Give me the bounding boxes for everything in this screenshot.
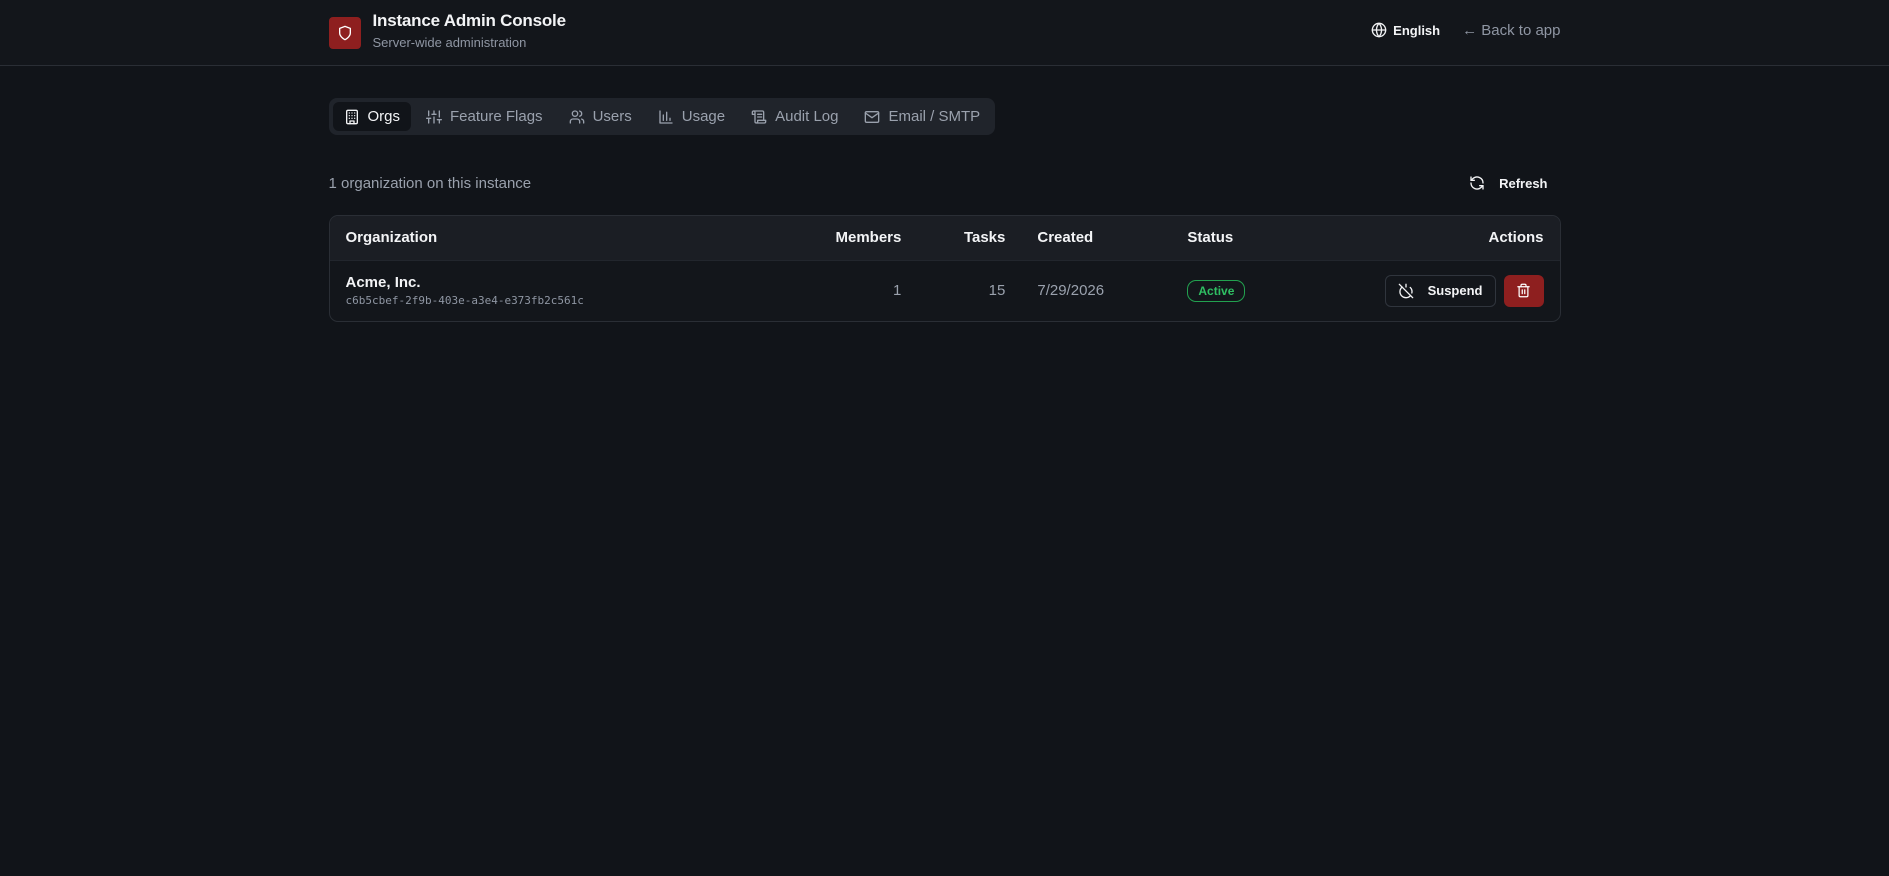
column-header-organization: Organization xyxy=(345,229,438,247)
back-to-app-link[interactable]: ← Back to app xyxy=(1462,22,1560,39)
table-row: Acme, Inc. c6b5cbef-2f9b-403e-a3e4-e373f… xyxy=(329,260,1560,321)
members-cell: 1 xyxy=(893,282,902,300)
users-icon xyxy=(569,109,585,125)
scroll-icon xyxy=(751,109,767,125)
tab-label: Audit Log xyxy=(775,108,839,125)
created-cell: 7/29/2026 xyxy=(1037,282,1105,300)
tab-label: Email / SMTP xyxy=(888,108,981,125)
brand: Instance Admin Console Server-wide admin… xyxy=(328,11,566,50)
tab-audit-log[interactable]: Audit Log xyxy=(740,102,849,131)
tab-label: Usage xyxy=(681,108,726,125)
org-name: Acme, Inc. xyxy=(345,274,421,292)
app-subtitle: Server-wide administration xyxy=(372,35,527,50)
column-header-actions: Actions xyxy=(1488,229,1544,247)
tab-feature-flags[interactable]: Feature Flags xyxy=(415,102,554,131)
suspend-button[interactable]: Suspend xyxy=(1384,274,1496,307)
sliders-icon xyxy=(426,109,443,125)
column-header-created: Created xyxy=(1037,229,1094,247)
language-label: English xyxy=(1393,22,1441,38)
refresh-button[interactable]: Refresh xyxy=(1456,175,1560,191)
org-id: c6b5cbef-2f9b-403e-a3e4-e373fb2c561c xyxy=(345,294,584,308)
power-off-icon xyxy=(1398,283,1414,299)
summary-row: 1 organization on this instance Refresh xyxy=(329,173,1561,193)
admin-tabs: Orgs Feature Flags Users Usage Audit Log xyxy=(328,98,996,135)
column-header-tasks: Tasks xyxy=(963,229,1006,247)
tasks-cell: 15 xyxy=(988,282,1006,300)
mail-icon xyxy=(864,109,880,125)
tab-usage[interactable]: Usage xyxy=(647,102,736,131)
status-cell: Active xyxy=(1171,260,1351,321)
tab-users[interactable]: Users xyxy=(558,102,643,131)
orgs-table: Organization Members Tasks Created Statu… xyxy=(329,216,1560,321)
app-title: Instance Admin Console xyxy=(372,11,567,30)
tab-label: Feature Flags xyxy=(450,108,543,125)
refresh-icon xyxy=(1469,175,1485,191)
status-badge: Active xyxy=(1187,279,1246,302)
building-icon xyxy=(344,109,360,125)
globe-icon xyxy=(1371,22,1387,38)
main-content: Orgs Feature Flags Users Usage Audit Log xyxy=(328,66,1561,322)
tab-orgs[interactable]: Orgs xyxy=(332,102,412,131)
language-selector[interactable]: English xyxy=(1371,22,1440,38)
tab-label: Users xyxy=(592,108,632,125)
column-header-status: Status xyxy=(1187,229,1234,247)
suspend-label: Suspend xyxy=(1427,283,1483,299)
tab-label: Orgs xyxy=(367,108,401,125)
bar-chart-icon xyxy=(658,109,674,125)
column-header-members: Members xyxy=(835,229,902,247)
org-cell: Acme, Inc. c6b5cbef-2f9b-403e-a3e4-e373f… xyxy=(330,260,820,321)
tab-email-smtp[interactable]: Email / SMTP xyxy=(853,102,991,131)
delete-button[interactable] xyxy=(1503,274,1544,307)
org-count-text: 1 organization on this instance xyxy=(328,174,532,192)
actions-cell: Suspend xyxy=(1351,260,1559,321)
shield-icon xyxy=(328,17,361,49)
refresh-label: Refresh xyxy=(1499,175,1548,191)
orgs-table-card: Organization Members Tasks Created Statu… xyxy=(328,215,1561,322)
table-header-row: Organization Members Tasks Created Statu… xyxy=(329,216,1560,260)
top-header: Instance Admin Console Server-wide admin… xyxy=(0,0,1889,66)
trash-icon xyxy=(1516,283,1531,298)
